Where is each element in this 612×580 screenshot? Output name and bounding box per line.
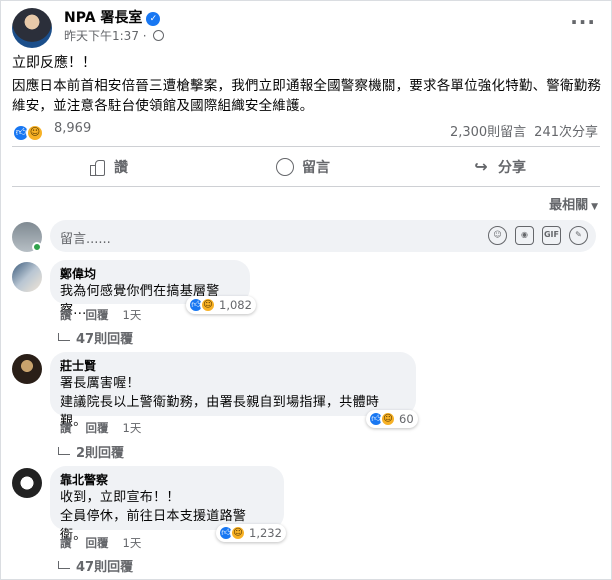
caret-down-icon: ▼ <box>591 202 598 212</box>
comment-text: 收到，立即宣布！！ <box>60 490 180 505</box>
post-stats: 2,300則留言 241次分享 <box>450 121 598 140</box>
sort-dropdown[interactable]: 最相關 ▼ <box>549 194 598 213</box>
online-status-icon <box>32 242 42 252</box>
comment-author[interactable]: 莊士賢 <box>60 358 404 374</box>
comment-text: 署長厲害喔！ <box>60 376 140 391</box>
like-label: 讚 <box>114 160 128 176</box>
like-button[interactable]: 讚 <box>88 156 128 178</box>
share-label: 分享 <box>498 160 526 176</box>
comment-button[interactable]: 留言 <box>276 156 330 178</box>
comment-time[interactable]: 1天 <box>123 421 142 435</box>
comment-tools: ☺ ◉ GIF ✎ <box>488 226 588 245</box>
comment-reply-link[interactable]: 回覆 <box>86 308 109 322</box>
view-replies-link[interactable]: 47則回覆 <box>58 556 133 575</box>
view-replies-link[interactable]: 47則回覆 <box>58 328 133 347</box>
comment-reactions[interactable]: 👍︎ ☺︎ 1,082 <box>186 296 256 314</box>
share-icon: ↪ <box>474 157 488 176</box>
sort-label: 最相關 <box>549 198 589 213</box>
divider <box>12 146 600 147</box>
comment-actions: 讚回覆 1天 <box>60 535 155 551</box>
haha-reaction-icon: ☺︎ <box>26 124 44 142</box>
comment-actions: 讚回覆 1天 <box>60 420 155 436</box>
post-body: 因應日本前首相安倍晉三遭槍擊案，我們立即通報全國警察機關，要求各單位強化特勤、警… <box>12 78 602 114</box>
reaction-count[interactable]: 8,969 <box>54 121 91 136</box>
replies-count: 47則回覆 <box>76 560 134 575</box>
verified-badge-icon: ✓ <box>146 12 161 26</box>
comment-bubble: 靠北警察 收到，立即宣布！！ 全員停休，前往日本支援道路警衛。 <box>50 466 284 543</box>
comment-icon <box>276 158 294 176</box>
view-replies-link[interactable]: 2則回覆 <box>58 442 124 461</box>
post-headline: 立即反應！！ <box>12 55 96 71</box>
comment-time[interactable]: 1天 <box>123 536 142 550</box>
commenter-avatar[interactable] <box>12 262 42 292</box>
comment-actions: 讚回覆 1天 <box>60 307 155 323</box>
share-button[interactable]: ↪ 分享 <box>472 156 526 178</box>
comment-reactions[interactable]: 👍︎ ☺︎ 60 <box>366 410 418 428</box>
haha-reaction-icon: ☺︎ <box>200 297 216 313</box>
comment-reactions[interactable]: 👍︎ ☺︎ 1,232 <box>216 524 286 542</box>
comment-reply-link[interactable]: 回覆 <box>86 536 109 550</box>
haha-reaction-icon: ☺︎ <box>230 525 246 541</box>
comment-author[interactable]: 靠北警察 <box>60 472 272 488</box>
divider <box>12 186 600 187</box>
reply-arrow-icon <box>58 561 70 569</box>
replies-count: 2則回覆 <box>76 446 125 461</box>
more-options-icon[interactable]: ··· <box>570 10 596 34</box>
comment-like-link[interactable]: 讚 <box>60 308 72 322</box>
page-name[interactable]: NPA 署長室 <box>64 10 142 26</box>
sticker-icon[interactable]: ✎ <box>569 226 588 245</box>
page-name-row: NPA 署長室 ✓ <box>64 7 161 27</box>
replies-count: 47則回覆 <box>76 332 134 347</box>
comment-reaction-count: 60 <box>399 412 414 426</box>
commenter-avatar[interactable] <box>12 468 42 498</box>
reply-arrow-icon <box>58 447 70 455</box>
comment-time[interactable]: 1天 <box>123 308 142 322</box>
globe-icon <box>153 30 165 41</box>
reply-arrow-icon <box>58 333 70 341</box>
post-timestamp[interactable]: 昨天下午1:37 <box>64 29 139 43</box>
comment-count[interactable]: 2,300則留言 <box>450 125 526 140</box>
gif-icon[interactable]: GIF <box>542 226 561 245</box>
emoji-icon[interactable]: ☺ <box>488 226 507 245</box>
comment-reaction-count: 1,232 <box>249 526 282 540</box>
comment-placeholder: 留言...... <box>60 232 111 247</box>
comment-like-link[interactable]: 讚 <box>60 421 72 435</box>
reaction-icons[interactable]: 👍︎ ☺︎ <box>12 120 44 142</box>
comment-reaction-count: 1,082 <box>219 298 252 312</box>
comment-author[interactable]: 鄭偉均 <box>60 266 238 282</box>
camera-icon[interactable]: ◉ <box>515 226 534 245</box>
page-avatar[interactable] <box>12 8 52 48</box>
share-count[interactable]: 241次分享 <box>534 125 598 140</box>
comment-like-link[interactable]: 讚 <box>60 536 72 550</box>
commenter-avatar[interactable] <box>12 354 42 384</box>
post-meta: 昨天下午1:37 · <box>64 27 165 44</box>
comment-bubble: 莊士賢 署長厲害喔！ 建議院長以上警衛勤務，由署長親自到場指揮，共體時艱。 <box>50 352 416 429</box>
comment-input[interactable]: 留言...... ☺ ◉ GIF ✎ <box>50 220 596 252</box>
haha-reaction-icon: ☺︎ <box>380 411 396 427</box>
comment-reply-link[interactable]: 回覆 <box>86 421 109 435</box>
thumbs-up-icon <box>88 158 106 176</box>
comment-label: 留言 <box>302 160 330 176</box>
